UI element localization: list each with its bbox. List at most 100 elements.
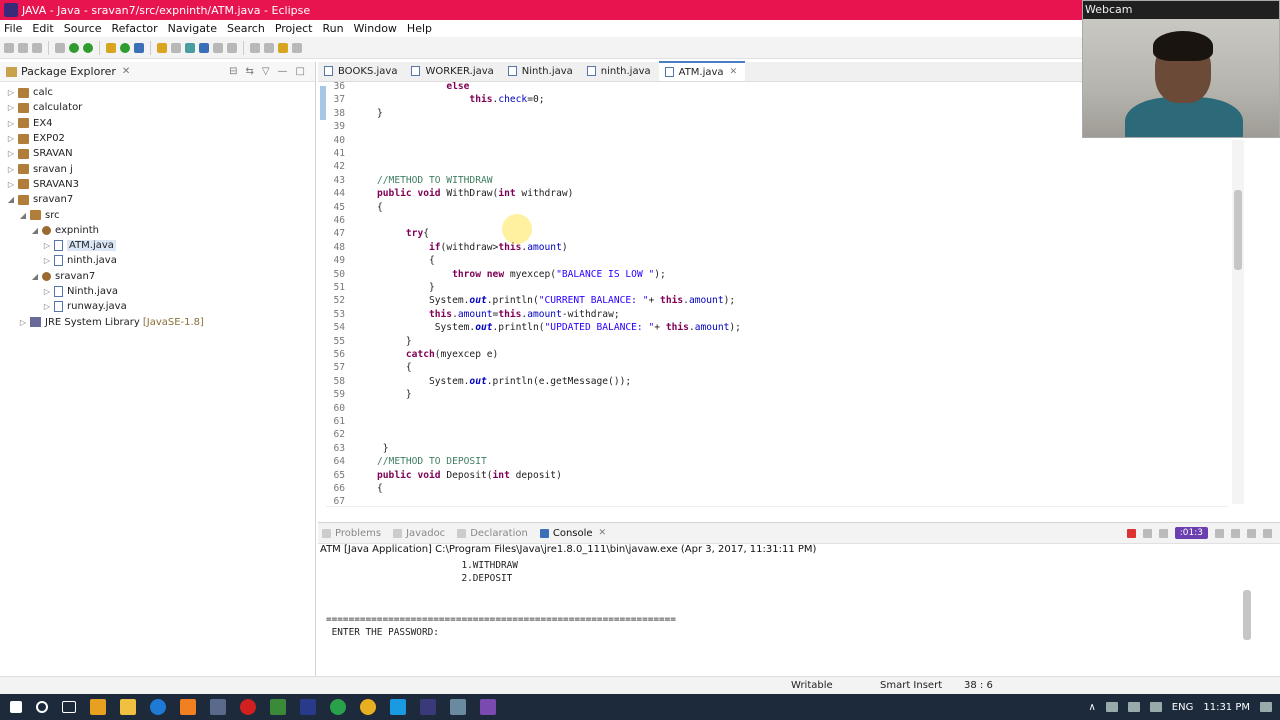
scrollbar-thumb[interactable] — [1234, 190, 1242, 270]
tree-node[interactable]: ▷ ninth.java — [0, 253, 315, 268]
code-line[interactable]: 44 public void WithDraw(int withdraw) — [318, 188, 573, 201]
code-line[interactable]: 63 } — [318, 443, 388, 456]
highlight-icon[interactable] — [199, 42, 209, 53]
tab-worker-java[interactable]: WORKER.java — [405, 61, 501, 81]
tree-node[interactable]: ◢ sravan7 — [0, 192, 315, 207]
tree-node[interactable]: ▷ JRE System Library [JavaSE-1.8] — [0, 314, 315, 329]
search-icon[interactable] — [36, 701, 48, 713]
code-line[interactable]: 62 — [318, 429, 377, 442]
skype-icon[interactable] — [390, 699, 406, 715]
debug-icon[interactable] — [55, 42, 65, 53]
tab-ninth-java[interactable]: ninth.java — [581, 61, 659, 81]
code-line[interactable]: 56 catch(myexcep e) — [318, 349, 498, 362]
code-line[interactable]: 58 System.out.println(e.getMessage()); — [318, 376, 631, 389]
tab-console[interactable]: Console ✕ — [539, 528, 606, 539]
next-annotation-icon[interactable] — [250, 42, 260, 53]
code-line[interactable]: 54 System.out.println("UPDATED BALANCE: … — [318, 322, 741, 335]
expand-icon[interactable]: ▷ — [6, 103, 16, 112]
save-icon[interactable] — [18, 42, 28, 53]
code-line[interactable]: 51 } — [318, 282, 434, 295]
tree-node[interactable]: ▷ calc — [0, 85, 315, 100]
code-line[interactable]: 61 — [318, 416, 377, 429]
close-icon[interactable]: ✕ — [122, 66, 130, 77]
code-line[interactable]: 60 — [318, 403, 377, 416]
tree-node[interactable]: ▷ sravan j — [0, 161, 315, 176]
new-package-icon[interactable] — [120, 42, 130, 53]
menu-source[interactable]: Source — [64, 22, 102, 35]
collapse-icon[interactable]: ◢ — [18, 211, 28, 220]
search-icon[interactable] — [171, 42, 181, 53]
code-line[interactable]: 39 — [318, 121, 377, 134]
code-line[interactable]: 66 { — [318, 483, 382, 496]
chrome-canary-icon[interactable] — [360, 699, 376, 715]
new-java-project-icon[interactable] — [106, 42, 116, 53]
code-line[interactable]: 42 — [318, 161, 377, 174]
tab-javadoc[interactable]: Javadoc — [393, 528, 445, 539]
expand-icon[interactable]: ▷ — [18, 318, 28, 327]
menu-search[interactable]: Search — [227, 22, 265, 35]
remove-launch-icon[interactable] — [1142, 528, 1152, 538]
previous-annotation-icon[interactable] — [264, 42, 274, 53]
code-line[interactable]: 57 { — [318, 362, 411, 375]
show-whitespace-icon[interactable] — [213, 42, 223, 53]
code-line[interactable]: 65 public void Deposit(int deposit) — [318, 470, 561, 483]
language-indicator[interactable]: ENG — [1172, 702, 1194, 713]
screen-recorder-icon[interactable] — [480, 699, 496, 715]
notifications-icon[interactable] — [1260, 702, 1272, 712]
tree-node-selected[interactable]: ▷ ATM.java — [0, 238, 315, 253]
menu-help[interactable]: Help — [407, 22, 432, 35]
close-icon[interactable]: ✕ — [730, 67, 738, 77]
screen-recorder-bar[interactable]: :01:3 — [1174, 527, 1208, 539]
forward-icon[interactable] — [292, 42, 302, 53]
terminate-icon[interactable] — [1126, 528, 1136, 538]
visual-studio-icon[interactable] — [300, 699, 316, 715]
display-console-icon[interactable] — [1215, 528, 1224, 538]
scrollbar-thumb[interactable] — [1243, 590, 1251, 640]
expand-icon[interactable]: ▷ — [42, 302, 52, 311]
run-icon[interactable] — [69, 42, 79, 53]
collapse-icon[interactable]: ◢ — [30, 226, 40, 235]
console-output[interactable]: 1.WITHDRAW 2.DEPOSIT ====================… — [318, 558, 1248, 658]
view-menu-icon[interactable]: ▽ — [262, 66, 270, 77]
minimize-icon[interactable]: — — [278, 66, 288, 77]
new-class-icon[interactable] — [134, 42, 144, 53]
tab-atm-java[interactable]: ATM.java ✕ — [658, 61, 746, 81]
tree-node[interactable]: ▷ EX4 — [0, 116, 315, 131]
menu-project[interactable]: Project — [275, 22, 313, 35]
code-line[interactable]: 48 if(withdraw>this.amount) — [318, 242, 567, 255]
expand-icon[interactable]: ▷ — [6, 88, 16, 97]
code-line[interactable]: 52 System.out.println("CURRENT BALANCE: … — [318, 295, 735, 308]
wifi-icon[interactable] — [1127, 702, 1140, 712]
tab-ninth-java-upper[interactable]: Ninth.java — [502, 61, 581, 81]
block-selection-icon[interactable] — [227, 42, 237, 53]
tab-declaration[interactable]: Declaration — [457, 528, 528, 539]
tree-node[interactable]: ▷ SRAVAN — [0, 146, 315, 161]
code-line[interactable]: 43 //METHOD TO WITHDRAW — [318, 175, 492, 188]
menu-refactor[interactable]: Refactor — [112, 22, 158, 35]
code-line[interactable]: 36 else — [318, 82, 469, 94]
tree-node[interactable]: ▷ runway.java — [0, 299, 315, 314]
expand-icon[interactable]: ▷ — [6, 119, 16, 128]
expand-icon[interactable]: ▷ — [6, 149, 16, 158]
link-editor-icon[interactable]: ⇆ — [245, 66, 253, 77]
clock[interactable]: 11:31 PM — [1203, 702, 1250, 713]
open-console-icon[interactable] — [1231, 528, 1240, 538]
maximize-icon[interactable] — [1263, 528, 1272, 538]
expand-icon[interactable]: ▷ — [6, 180, 16, 189]
tree-node[interactable]: ◢ src — [0, 207, 315, 222]
code-line[interactable]: 47 try{ — [318, 228, 429, 241]
expand-icon[interactable]: ▷ — [6, 165, 16, 174]
file-explorer-icon[interactable] — [120, 699, 136, 715]
tree-node[interactable]: ▷ Ninth.java — [0, 284, 315, 299]
menu-window[interactable]: Window — [354, 22, 397, 35]
opera-icon[interactable] — [240, 699, 256, 715]
app-icon[interactable] — [270, 699, 286, 715]
app-icon[interactable] — [450, 699, 466, 715]
expand-icon[interactable]: ▷ — [6, 134, 16, 143]
save-all-icon[interactable] — [32, 42, 42, 53]
code-line[interactable]: 50 throw new myexcep("BALANCE IS LOW "); — [318, 269, 665, 282]
back-icon[interactable] — [278, 42, 288, 53]
start-icon[interactable] — [10, 701, 22, 713]
code-line[interactable]: 45 { — [318, 202, 382, 215]
open-type-icon[interactable] — [157, 42, 167, 53]
